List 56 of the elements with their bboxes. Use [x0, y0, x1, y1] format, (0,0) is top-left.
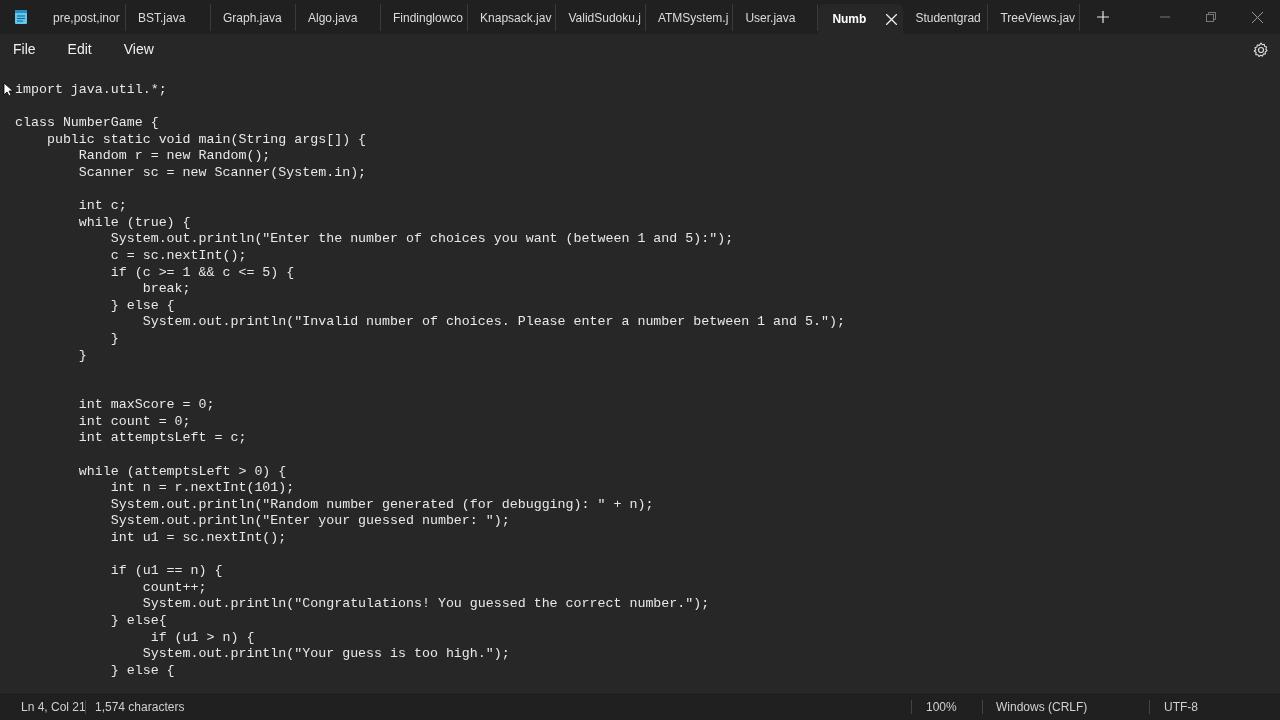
settings-icon[interactable]: [1253, 41, 1269, 58]
code-line: count++;: [141, 579, 207, 597]
file-tab[interactable]: BST.java: [126, 4, 211, 31]
code-line: int count = 0;: [77, 413, 191, 431]
code-line: }: [109, 330, 119, 348]
code-line: break;: [141, 281, 191, 298]
code-line: Random r = new Random();: [77, 148, 271, 165]
code-line: c = sc.nextInt();: [109, 247, 247, 265]
code-line: } else {: [109, 297, 175, 315]
code-line: System.out.println("Your guess is too high.");: [141, 646, 510, 663]
code-line: System.out.println("Enter your guessed number: ");: [109, 513, 510, 531]
restore-icon[interactable]: [1206, 12, 1216, 22]
menu-item[interactable]: File: [4, 35, 45, 64]
code-line: } else{: [109, 613, 167, 630]
mouse-pointer-icon: [3, 82, 13, 97]
file-tab[interactable]: Findinglowco: [381, 4, 469, 31]
menu-item[interactable]: View: [114, 35, 163, 64]
file-tab[interactable]: Studentgrad: [903, 4, 989, 31]
code-line: int n = r.nextInt(101);: [109, 480, 295, 497]
cursor-position: Ln 4, Col 21: [20, 698, 85, 716]
code-line: if (u1 > n) {: [149, 629, 255, 647]
character-count: 1,574 characters: [94, 698, 185, 716]
close-icon[interactable]: [1251, 11, 1263, 23]
code-line: }: [77, 347, 87, 365]
code-line: int maxScore = 0;: [77, 397, 215, 414]
close-tab-icon[interactable]: [886, 13, 898, 25]
file-tab[interactable]: Algo.java: [296, 4, 381, 31]
code-line: class NumberGame {: [15, 115, 159, 132]
menu-item[interactable]: Edit: [58, 35, 101, 64]
code-line: int u1 = sc.nextInt();: [109, 530, 287, 547]
line-ending: Windows (CRLF): [995, 698, 1089, 716]
code-line: Scanner sc = new Scanner(System.in);: [77, 164, 367, 182]
code-line: int c;: [77, 198, 127, 215]
code-line: } else {: [109, 662, 175, 680]
code-line: System.out.println("Random number generated (for debugging): " + n);: [109, 496, 654, 514]
file-tab[interactable]: Knapsack.jav: [468, 4, 557, 31]
code-line: if (u1 == n) {: [109, 563, 223, 580]
code-line: if (c >= 1 && c <= 5) {: [109, 264, 295, 282]
file-tab[interactable]: pre,post,inor: [41, 4, 126, 31]
file-tab[interactable]: Numb: [818, 4, 904, 34]
notepad-icon: [13, 9, 28, 25]
file-tab[interactable]: ATMSystem.j: [645, 4, 734, 31]
file-tab[interactable]: Graph.java: [211, 4, 296, 31]
file-tab[interactable]: TreeViews.jav: [988, 4, 1081, 31]
new-tab-icon[interactable]: [1097, 11, 1110, 23]
code-line: System.out.println("Congratulations! You guessed the correct number.");: [141, 596, 710, 613]
code-line: while (true) {: [77, 214, 191, 232]
code-line: import java.util.*;: [15, 82, 167, 99]
code-line: int attemptsLeft = c;: [77, 430, 247, 448]
encoding: UTF-8: [1163, 698, 1199, 716]
file-tab[interactable]: ValidSudoku.j: [556, 4, 646, 31]
zoom-level: 100%: [925, 698, 958, 716]
code-line: public static void main(String args[]) {: [45, 131, 367, 149]
code-line: while (attemptsLeft > 0) {: [77, 463, 287, 481]
code-line: System.out.println("Invalid number of choices. Please enter a number between 1 and 5.");: [141, 314, 845, 331]
code-line: System.out.println("Enter the number of choices you want (between 1 and 5):");: [109, 231, 734, 248]
